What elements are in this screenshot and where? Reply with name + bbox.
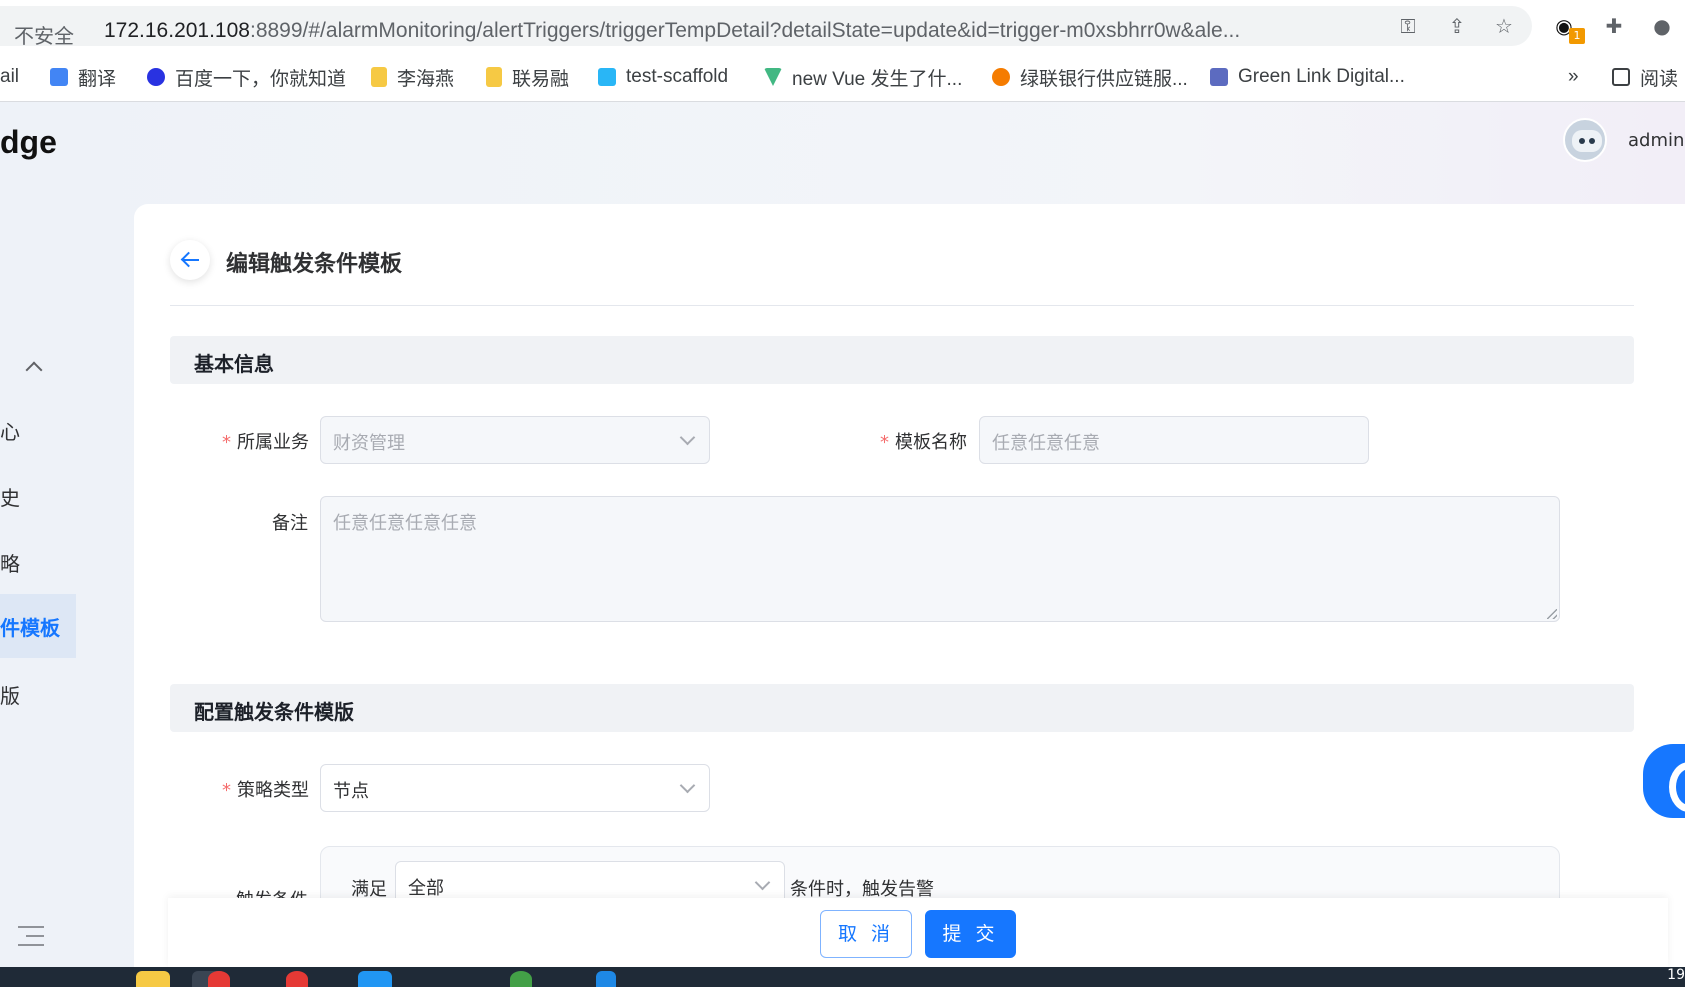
scaffold-icon [598,68,616,86]
bookmark-item[interactable]: ail [0,64,19,90]
back-button[interactable] [170,240,210,280]
vue-icon [764,68,782,86]
address-bar[interactable]: 不安全 172.16.201.108:8899/#/alarmMonitorin… [0,6,1532,49]
submit-button[interactable]: 提 交 [925,910,1016,958]
strategy-select[interactable]: 节点 [320,764,710,812]
taskbar-icon[interactable] [136,971,170,987]
browser-toolbar: 不安全 172.16.201.108:8899/#/alarmMonitorin… [0,0,1685,52]
footer-action-bar: 取 消 提 交 [168,898,1668,967]
folder-icon [486,67,502,87]
chevron-down-icon [679,777,696,794]
cancel-button[interactable]: 取 消 [820,910,912,958]
chevron-down-icon [679,429,696,446]
avatar[interactable] [1563,118,1607,162]
eye-icon [1579,138,1585,144]
chevron-down-icon [754,874,771,891]
security-label[interactable]: 不安全 [14,20,74,49]
content-card: 编辑触发条件模板 基本信息 * 所属业务 财资管理 * 模板名称 任意任意任意 备注… [134,204,1685,967]
bookmark-item[interactable]: new Vue 发生了什... [764,64,962,90]
chevron-up-icon[interactable] [25,361,43,379]
bookmark-item[interactable]: 百度一下，你就知道 [147,64,346,90]
translate-icon [50,68,68,86]
bookmark-item[interactable]: Green Link Digital... [1210,64,1405,90]
taskbar: 19 [0,967,1685,987]
bookmark-item[interactable]: 翻译 [50,64,116,90]
section-header-config: 配置触发条件模版 [170,684,1634,732]
bookmarks-bar: ail 翻译 百度一下，你就知道 李海燕 联易融 test-scaffold n… [0,52,1685,102]
folder-icon [371,67,387,87]
template-name-input[interactable]: 任意任意任意 [979,416,1369,464]
taskbar-icon[interactable] [208,971,230,987]
sidebar-item[interactable]: 心 [0,416,20,445]
page-title: 编辑触发条件模板 [226,252,403,277]
sidebar: 心 史 略 件模板 版 [0,102,134,967]
profile-icon[interactable]: ● [1650,14,1674,38]
eye-icon [1589,138,1595,144]
divider [170,305,1634,306]
reading-list-icon [1612,68,1630,86]
more-bookmarks-button[interactable]: » [1568,64,1579,90]
business-label: * 所属业务 [222,432,309,453]
sidebar-item-active[interactable]: 件模板 [0,594,76,658]
strategy-label: * 策略类型 [222,780,309,801]
bank-icon [992,68,1010,86]
sidebar-item[interactable]: 略 [0,548,20,577]
username[interactable]: admin [1628,130,1684,151]
puzzle-icon[interactable]: ✚ [1602,14,1626,38]
remark-label: 备注 [272,513,308,534]
section-header-basic: 基本信息 [170,336,1634,384]
taskbar-icon[interactable] [596,971,616,987]
reading-list[interactable]: 阅读 [1612,64,1678,90]
taskbar-icon[interactable] [286,971,308,987]
clock: 19 [1667,967,1685,983]
taskbar-icon[interactable] [358,971,392,987]
star-icon[interactable]: ☆ [1492,14,1516,38]
key-icon[interactable]: ⚿ [1396,14,1420,38]
sidebar-item[interactable]: 史 [0,482,20,511]
menu-fold-icon[interactable] [18,924,44,948]
baidu-icon [147,68,165,86]
robot-face [1572,130,1602,152]
bookmark-item[interactable]: 联易融 [486,64,569,90]
bookmark-item[interactable]: 绿联银行供应链服... [992,64,1188,90]
sidebar-item[interactable]: 版 [0,680,20,709]
template-name-label: * 模板名称 [880,432,967,453]
extension-badge: 1 [1569,28,1585,44]
resize-handle[interactable] [1547,609,1557,619]
url-text[interactable]: 172.16.201.108:8899/#/alarmMonitoring/al… [104,19,1240,43]
bookmark-item[interactable]: 李海燕 [371,64,454,90]
share-icon[interactable]: ⇪ [1445,14,1469,38]
bookmark-item[interactable]: test-scaffold [598,64,728,90]
business-select[interactable]: 财资管理 [320,416,710,464]
help-float-button[interactable] [1643,744,1685,818]
greenlink-icon [1210,68,1228,86]
remark-textarea[interactable]: 任意任意任意任意 [320,496,1560,622]
taskbar-icon[interactable] [510,971,532,987]
